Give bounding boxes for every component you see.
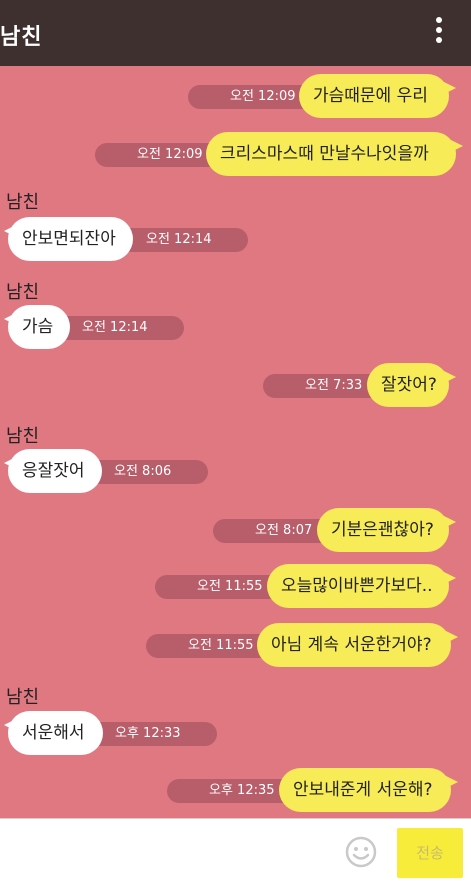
- more-menu-icon[interactable]: [435, 17, 443, 47]
- message-row-sent: 오전 11:55 아님 계속 서운한거야?: [0, 623, 471, 667]
- message-bubble[interactable]: 아님 계속 서운한거야?: [257, 623, 451, 667]
- chat-title: 남친: [0, 25, 43, 50]
- message-bubble[interactable]: 오늘많이바쁜가보다..: [267, 564, 449, 608]
- message-timestamp: 오전 8:06: [86, 460, 208, 484]
- message-row-sent: 오전 7:33 잘잣어?: [0, 363, 471, 407]
- send-button[interactable]: 전송: [397, 828, 463, 878]
- message-row-received: 남친 서운해서 오후 12:33: [0, 676, 471, 756]
- message-timestamp: 오후 12:35: [167, 779, 297, 803]
- message-row-sent: 오후 12:35 안보내준게 서운해?: [0, 768, 471, 812]
- message-bubble[interactable]: 안보면되잔아: [8, 217, 133, 261]
- message-bubble[interactable]: 서운해서: [8, 711, 103, 755]
- message-timestamp: 오전 12:14: [54, 316, 184, 340]
- message-bubble[interactable]: 기분은괜찮아?: [317, 508, 449, 552]
- sender-name: 남친: [6, 282, 40, 303]
- message-row-received: 남친 안보면되잔아 오전 12:14: [0, 184, 471, 264]
- sender-name: 남친: [6, 192, 40, 213]
- message-row-sent: 오전 12:09 가슴때문에 우리: [0, 74, 471, 118]
- message-bubble[interactable]: 안보내준게 서운해?: [279, 768, 451, 812]
- message-bubble[interactable]: 크리스마스때 만날수나잇을까: [206, 132, 456, 176]
- message-input[interactable]: [10, 827, 330, 877]
- message-timestamp: 오전 7:33: [263, 374, 383, 398]
- message-row-sent: 오전 11:55 오늘많이바쁜가보다..: [0, 564, 471, 608]
- message-row-received: 남친 응잘잣어 오전 8:06: [0, 418, 471, 498]
- message-timestamp: 오후 12:33: [87, 722, 217, 746]
- smiley-face-icon[interactable]: [345, 836, 377, 868]
- message-bubble[interactable]: 응잘잣어: [8, 449, 102, 493]
- sender-name: 남친: [6, 687, 40, 708]
- message-composer: 전송: [0, 818, 471, 887]
- message-bubble[interactable]: 가슴: [8, 305, 70, 349]
- message-timestamp: 오전 11:55: [155, 575, 285, 599]
- message-bubble[interactable]: 잘잣어?: [367, 363, 449, 407]
- message-row-received: 남친 가슴 오전 12:14: [0, 274, 471, 354]
- chat-header: 남친: [0, 0, 471, 66]
- message-timestamp: 오전 12:14: [118, 228, 248, 252]
- message-bubble[interactable]: 가슴때문에 우리: [299, 74, 449, 118]
- sender-name: 남친: [6, 426, 40, 447]
- message-list[interactable]: 오전 12:09 가슴때문에 우리 오전 12:09 크리스마스때 만날수나잇을…: [0, 66, 471, 818]
- message-row-sent: 오전 12:09 크리스마스때 만날수나잇을까: [0, 132, 471, 176]
- message-row-sent: 오전 8:07 기분은괜찮아?: [0, 508, 471, 552]
